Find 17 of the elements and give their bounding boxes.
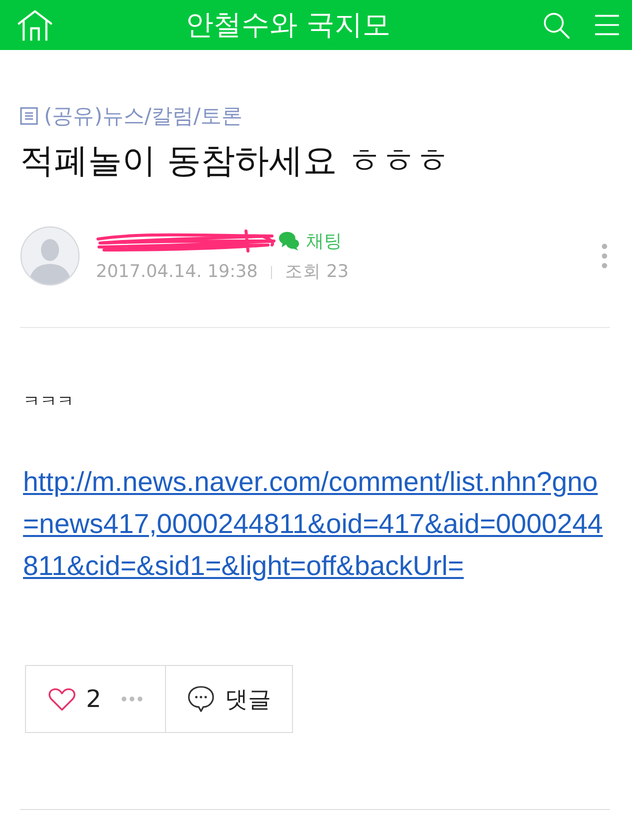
board-list-icon (20, 107, 38, 125)
view-count: 조회 23 (284, 261, 349, 284)
search-icon[interactable] (543, 12, 570, 38)
post-title: 적폐놀이 동참하세요 ㅎㅎㅎ (20, 140, 451, 182)
speech-bubble-icon (187, 685, 215, 713)
article-link[interactable]: http://m.news.naver.com/comment/list.nhn?gno=news417,0000244811&oid=417&aid=0000244811&cid=&sid1=&light=off&backUrl= (23, 461, 607, 587)
post-text: ㅋㅋㅋ (23, 391, 75, 414)
like-button[interactable]: 2 (48, 685, 102, 713)
comment-button[interactable]: 댓글 (166, 666, 292, 732)
post-date: 2017.04.14. 19:38 (96, 261, 258, 284)
more-options-icon[interactable] (601, 242, 608, 270)
likers-more-icon[interactable] (121, 696, 144, 702)
cafe-title: 안철수와 국지모 (184, 7, 392, 43)
avatar-icon[interactable] (20, 226, 80, 286)
home-icon[interactable] (17, 8, 53, 42)
chat-bubbles-icon[interactable] (278, 231, 300, 251)
menu-icon[interactable] (594, 14, 620, 36)
